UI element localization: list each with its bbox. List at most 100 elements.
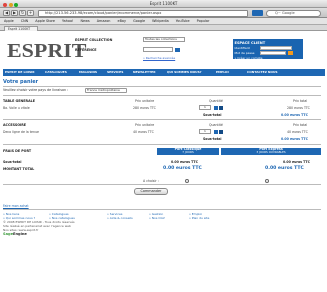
account-title: ESPACE CLIENT bbox=[234, 40, 266, 45]
quantity-input[interactable]: 1 bbox=[199, 129, 211, 134]
browser-toolbar: ◀ ▶ ↻ + http://213.56.233.98/ecom/cloud/… bbox=[0, 8, 327, 18]
express-shipping-delay: 3 JOURS OUVRABLES bbox=[256, 150, 286, 155]
create-account-link[interactable]: » Créer un compte bbox=[235, 56, 302, 60]
footer-link[interactable]: » Nos CGV bbox=[149, 216, 165, 220]
bookmark-item[interactable]: News bbox=[80, 19, 89, 23]
total-price: 280 euros TTC bbox=[287, 106, 310, 110]
divider bbox=[3, 184, 321, 185]
quantity-input[interactable]: 1 bbox=[199, 105, 211, 110]
bookmark-item[interactable]: CNN bbox=[21, 19, 28, 23]
bookmark-item[interactable]: Google bbox=[133, 19, 145, 23]
reload-button[interactable]: ↻ bbox=[19, 10, 26, 16]
subtotal-value: 0.00 euros TTC bbox=[281, 113, 308, 117]
engine-logo-prefix: Sage bbox=[3, 232, 14, 236]
classic-grand-total: 0.00 euros TTC bbox=[163, 166, 202, 171]
bookmark-item[interactable]: Apple bbox=[4, 19, 14, 23]
quantity-value: 1 bbox=[204, 105, 206, 109]
order-button[interactable]: Commander bbox=[134, 188, 168, 195]
item-name: ACCESSOIRE bbox=[3, 123, 27, 127]
nav-item[interactable]: EMPLOI bbox=[216, 69, 229, 76]
bookmarks-bar: Apple CNN Apple Store Yahoo! News Amazon… bbox=[0, 18, 327, 25]
bookmark-item[interactable]: Amazon bbox=[97, 19, 111, 23]
header-search: ESPRIT COLLECTION Toutes les collections… bbox=[75, 37, 235, 67]
browser-search-field[interactable]: Q~ Google bbox=[266, 9, 321, 17]
nav-item[interactable]: ESPRIT DE LOISIR bbox=[5, 69, 35, 76]
address-bar[interactable]: http://213.56.233.98/ecom/cloud/panier/e… bbox=[38, 9, 248, 17]
engine-logo: SageEngine bbox=[3, 232, 27, 236]
item-desc: Deco ligne de la tenue bbox=[3, 130, 39, 134]
account-box: ESPACE CLIENT Identifiant Mot de passe »… bbox=[233, 39, 303, 60]
collection-select[interactable]: Toutes les collections bbox=[143, 37, 185, 42]
password-input[interactable] bbox=[260, 50, 286, 55]
advanced-search-link[interactable]: » Recherche avancée bbox=[143, 56, 175, 60]
bookmark-item[interactable]: Yahoo! bbox=[62, 19, 73, 23]
nav-item[interactable]: QUI SOMMES NOUS? bbox=[167, 69, 201, 76]
classic-shipping-price: 0.00 euros TTC bbox=[171, 160, 198, 164]
rss-icon[interactable] bbox=[252, 10, 263, 16]
window-title: Esprit 1100KT bbox=[149, 1, 178, 6]
subtotal-label: Sous-total bbox=[203, 113, 222, 117]
unit-price-header: Prix unitaire bbox=[135, 99, 155, 103]
nav-item[interactable]: CATALOGUES bbox=[45, 69, 67, 76]
quantity-minus-button[interactable] bbox=[214, 129, 218, 134]
nav-item[interactable]: NEWSLETTER bbox=[133, 69, 156, 76]
classic-shipping-header: Port Classique 7 JOURS bbox=[157, 147, 219, 155]
login-ok-button[interactable] bbox=[288, 50, 293, 55]
reference-input[interactable] bbox=[143, 47, 173, 52]
close-icon[interactable] bbox=[3, 3, 7, 7]
footer-link[interactable]: » Aide & conseils bbox=[107, 216, 133, 220]
shipping-subtotal-label: Sous-total bbox=[3, 160, 22, 164]
country-select-value: France métropolitaine bbox=[87, 87, 120, 92]
page-title: Votre panier bbox=[3, 79, 39, 85]
bookmark-item[interactable]: Wikipedia bbox=[152, 19, 169, 23]
tab-bar: Esprit 1100KT bbox=[0, 25, 327, 31]
grand-total-label: MONTANT TOTAL bbox=[3, 167, 35, 171]
total-price-header: Prix total bbox=[293, 99, 308, 103]
total-price-header: Prix total bbox=[293, 123, 308, 127]
nav-item[interactable]: MAGASINS bbox=[79, 69, 97, 76]
browser-tab[interactable]: Esprit 1100KT bbox=[4, 25, 38, 31]
quantity-plus-button[interactable] bbox=[219, 129, 223, 134]
browser-window: Esprit 1100KT ◀ ▶ ↻ + http://213.56.233.… bbox=[0, 0, 327, 292]
bookmark-item[interactable]: Apple Store bbox=[35, 19, 55, 23]
collection-select-value: Toutes les collections bbox=[145, 37, 177, 41]
item-name: TABLE GENERALE bbox=[3, 99, 35, 103]
footer-link[interactable]: » Plan du site bbox=[189, 216, 209, 220]
express-shipping-header: Port Express 3 JOURS OUVRABLES bbox=[221, 147, 321, 155]
url-text: http://213.56.233.98/ecom/cloud/panier/e… bbox=[45, 10, 162, 15]
forward-button[interactable]: ▶ bbox=[11, 10, 18, 16]
login-input[interactable] bbox=[260, 46, 292, 50]
reference-label: RÉFÉRENCE bbox=[75, 48, 97, 52]
continue-shopping-link[interactable]: Faire mon achat bbox=[3, 204, 29, 208]
back-button[interactable]: ◀ bbox=[3, 10, 10, 16]
classic-shipping-radio[interactable] bbox=[185, 178, 189, 183]
unit-price: 40 euros TTC bbox=[133, 130, 154, 134]
total-price: 40 euros TTC bbox=[287, 130, 308, 134]
subtotal-label: Sous-total bbox=[203, 137, 222, 141]
divider bbox=[3, 209, 321, 210]
reference-go-button[interactable] bbox=[175, 47, 180, 52]
quantity-value: 1 bbox=[204, 129, 206, 133]
shipping-label: FRAIS DE PORT bbox=[3, 149, 32, 153]
subtotal-value: 0.00 euros TTC bbox=[281, 137, 308, 141]
add-bookmark-button[interactable]: + bbox=[27, 10, 34, 16]
bookmark-item[interactable]: Popular bbox=[197, 19, 210, 23]
divider bbox=[3, 86, 321, 87]
quantity-minus-button[interactable] bbox=[214, 105, 218, 110]
bookmark-item[interactable]: YouTube bbox=[176, 19, 190, 23]
bookmark-item[interactable]: eBay bbox=[118, 19, 127, 23]
tab-title: Esprit 1100KT bbox=[8, 26, 31, 31]
nav-item[interactable]: CONTACTEZ NOUS bbox=[247, 69, 278, 76]
express-grand-total: 0.00 euros TTC bbox=[265, 166, 304, 171]
minimize-icon[interactable] bbox=[8, 3, 13, 7]
country-select[interactable]: France métropolitaine bbox=[85, 87, 127, 93]
collection-label: ESPRIT COLLECTION bbox=[75, 38, 113, 42]
classic-shipping-delay: 7 JOURS bbox=[182, 150, 194, 155]
zoom-icon[interactable] bbox=[14, 3, 18, 7]
nav-item[interactable]: SERVICES bbox=[107, 69, 123, 76]
title-bar: Esprit 1100KT bbox=[0, 0, 327, 8]
express-shipping-radio[interactable] bbox=[265, 178, 269, 183]
express-shipping-price: 0.00 euros TTC bbox=[283, 160, 310, 164]
unit-price: 280 euros TTC bbox=[133, 106, 156, 110]
quantity-plus-button[interactable] bbox=[219, 105, 223, 110]
